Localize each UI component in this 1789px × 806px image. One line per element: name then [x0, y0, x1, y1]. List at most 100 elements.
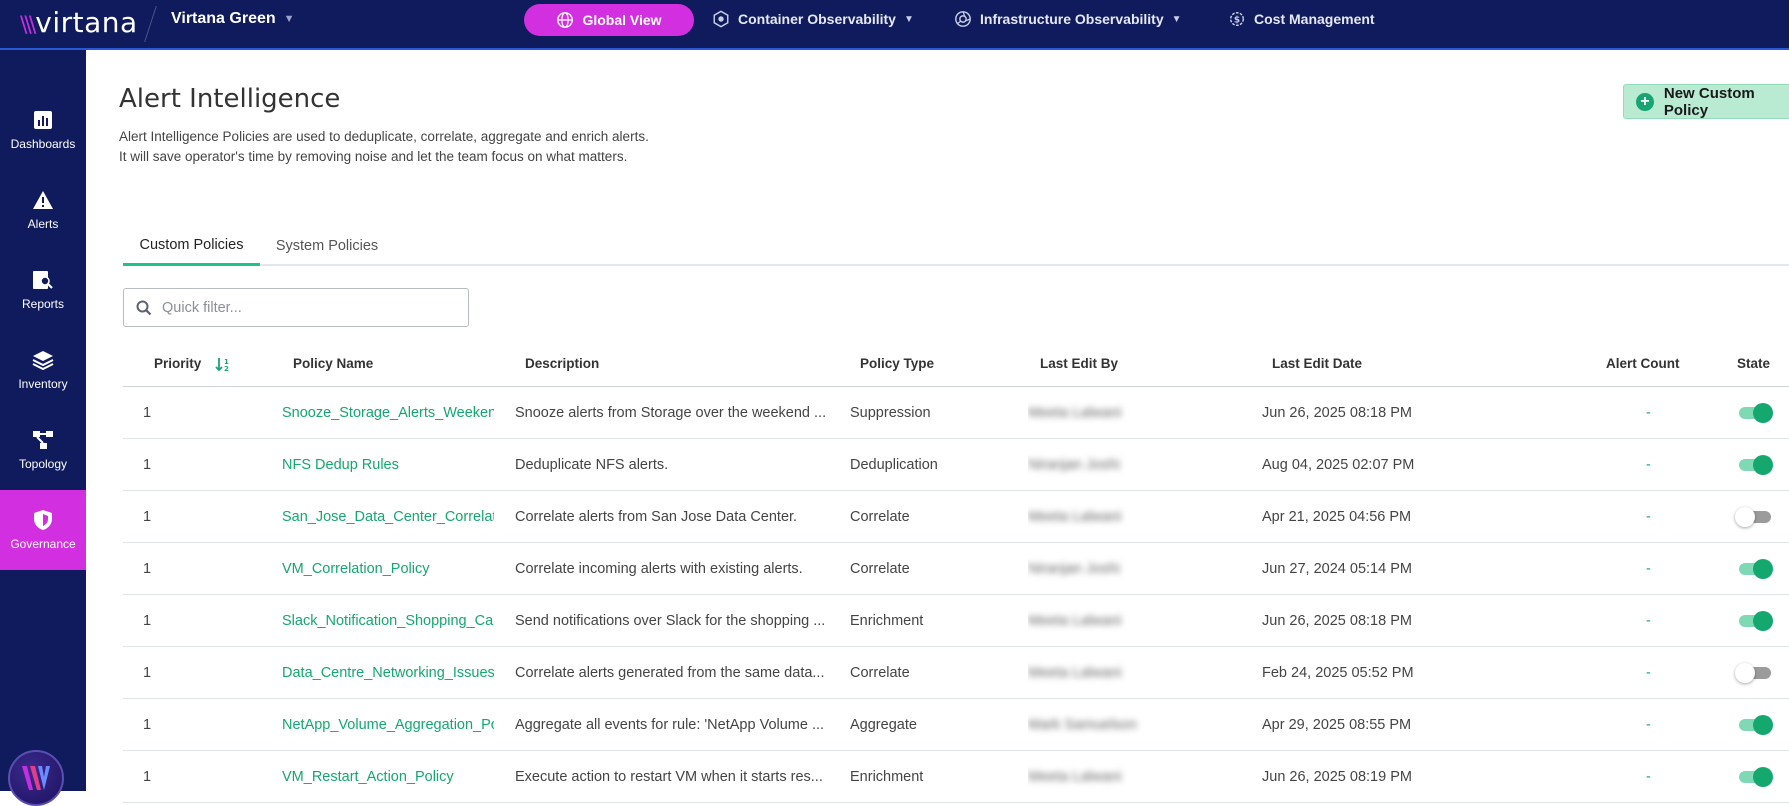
sidebar-item-alerts[interactable]: Alerts [0, 170, 86, 250]
sidebar-item-label: Reports [21, 297, 65, 311]
top-navigation-bar: \\\virtana Virtana Green ▼ Global View C… [0, 0, 1789, 50]
policy-name-link-text[interactable]: VM_Restart_Action_Policy [282, 769, 454, 785]
policy-name-link[interactable]: VM_Restart_Action_Policy [282, 751, 494, 803]
priority-cell: 1 [143, 387, 243, 439]
column-header-priority[interactable]: Priority 12 [154, 340, 233, 387]
policy-name-link-text[interactable]: San_Jose_Data_Center_Correlation [282, 509, 494, 525]
policy-name-link-text[interactable]: Snooze_Storage_Alerts_Weekend [282, 405, 494, 421]
policy-type-cell: Deduplication [850, 439, 1020, 491]
sidebar-item-inventory[interactable]: Inventory [0, 330, 86, 410]
page-description: Alert Intelligence Policies are used to … [119, 127, 649, 167]
alert-count-cell-text: - [1646, 769, 1651, 785]
policy-type-cell: Aggregate [850, 699, 1020, 751]
sort-ascending-icon[interactable]: 12 [215, 356, 233, 372]
policy-name-link[interactable]: NFS Dedup Rules [282, 439, 494, 491]
policy-name-link[interactable]: Snooze_Storage_Alerts_Weekend [282, 387, 494, 439]
shield-icon [32, 509, 54, 531]
state-toggle[interactable] [1735, 662, 1773, 683]
policy-name-link[interactable]: San_Jose_Data_Center_Correlation [282, 491, 494, 543]
policy-name-link[interactable]: VM_Correlation_Policy [282, 543, 494, 595]
description-cell: Execute action to restart VM when it sta… [515, 751, 837, 803]
sidebar-item-dashboards[interactable]: Dashboards [0, 90, 86, 170]
globe-icon [557, 12, 574, 28]
global-view-button[interactable]: Global View [524, 4, 694, 36]
tab-custom-policies[interactable]: Custom Policies [123, 226, 260, 266]
quick-filter-input[interactable] [162, 299, 442, 316]
description-cell: Aggregate all events for rule: 'NetApp V… [515, 699, 837, 751]
policy-name-link[interactable]: Data_Centre_Networking_Issues_ [282, 647, 494, 699]
last-edit-by-cell: Meeta Lalwani [1028, 491, 1228, 543]
alert-count-cell: - [1646, 647, 1686, 699]
table-row[interactable]: 1 NFS Dedup Rules Deduplicate NFS alerts. D… [123, 439, 1789, 491]
state-toggle[interactable] [1735, 610, 1773, 631]
state-toggle[interactable] [1735, 454, 1773, 475]
last-edit-date-cell-text: Jun 27, 2024 05:14 PM [1262, 561, 1412, 577]
sidebar-item-reports[interactable]: Reports [0, 250, 86, 330]
chevron-down-icon: ▼ [283, 13, 295, 25]
alert-count-cell-text: - [1646, 509, 1651, 525]
policy-name-link-text[interactable]: NFS Dedup Rules [282, 457, 399, 473]
column-header-alert-count[interactable]: Alert Count [1606, 340, 1680, 387]
new-custom-policy-button[interactable]: + New Custom Policy [1623, 84, 1789, 119]
quick-filter[interactable] [123, 288, 469, 327]
priority-cell: 1 [143, 491, 243, 543]
state-toggle[interactable] [1735, 766, 1773, 787]
column-header-state[interactable]: State [1737, 340, 1770, 387]
table-row[interactable]: 1 Data_Centre_Networking_Issues_ Correlate… [123, 647, 1789, 699]
new-custom-policy-label: New Custom Policy [1663, 84, 1755, 119]
priority-cell: 1 [143, 595, 243, 647]
policy-name-link-text[interactable]: Slack_Notification_Shopping_Cart [282, 613, 494, 629]
policy-type-cell-text: Correlate [850, 561, 910, 577]
table-row[interactable]: 1 VM_Correlation_Policy Correlate incoming… [123, 543, 1789, 595]
table-row[interactable]: 1 Slack_Notification_Shopping_Cart Send no… [123, 595, 1789, 647]
nav-cost-management[interactable]: $ Cost Management [1228, 10, 1375, 28]
state-toggle[interactable] [1735, 714, 1773, 735]
alert-count-cell-text: - [1646, 613, 1651, 629]
column-header-policy-name[interactable]: Policy Name [293, 340, 373, 387]
column-header-last-edit-date[interactable]: Last Edit Date [1272, 340, 1362, 387]
state-toggle[interactable] [1735, 558, 1773, 579]
nav-container-observability[interactable]: Container Observability ▼ [712, 10, 914, 28]
left-sidebar: Dashboards Alerts Reports Inventory Topo… [0, 50, 86, 806]
tenant-selector[interactable]: Virtana Green ▼ [171, 10, 295, 28]
policy-tabs: Custom Policies System Policies [123, 226, 1789, 266]
nav-infrastructure-observability[interactable]: Infrastructure Observability ▼ [954, 10, 1182, 28]
table-row[interactable]: 1 NetApp_Volume_Aggregation_Policy Aggrega… [123, 699, 1789, 751]
last-edit-date-cell: Apr 21, 2025 04:56 PM [1262, 491, 1492, 543]
toggle-knob [1753, 767, 1773, 787]
policy-name-link[interactable]: Slack_Notification_Shopping_Cart [282, 595, 494, 647]
column-header-description[interactable]: Description [525, 340, 599, 387]
column-header-last-edit-by[interactable]: Last Edit By [1040, 340, 1118, 387]
alert-count-cell: - [1646, 543, 1686, 595]
virtana-logo[interactable]: \\\virtana [20, 6, 138, 39]
column-header-policy-type[interactable]: Policy Type [860, 340, 934, 387]
policy-type-cell: Correlate [850, 543, 1020, 595]
policy-type-cell-text: Enrichment [850, 769, 924, 785]
sidebar-item-topology[interactable]: Topology [0, 410, 86, 490]
nav-label: Infrastructure Observability [980, 11, 1164, 27]
priority-cell-text: 1 [143, 717, 152, 733]
priority-cell: 1 [143, 699, 243, 751]
priority-cell: 1 [143, 439, 243, 491]
state-toggle[interactable] [1735, 402, 1773, 423]
nav-label: Container Observability [738, 11, 896, 27]
table-row[interactable]: 1 San_Jose_Data_Center_Correlation Correla… [123, 491, 1789, 543]
table-header: Priority 12 Policy Name Description Poli… [123, 340, 1789, 387]
table-row[interactable]: 1 VM_Restart_Action_Policy Execute action … [123, 751, 1789, 803]
policy-name-link-text[interactable]: Data_Centre_Networking_Issues_ [282, 665, 494, 681]
priority-cell-text: 1 [143, 457, 152, 473]
last-edit-date-cell: Jun 27, 2024 05:14 PM [1262, 543, 1492, 595]
topology-icon [32, 429, 54, 451]
search-icon [136, 300, 152, 315]
sidebar-item-governance[interactable]: Governance [0, 490, 86, 570]
policy-name-link-text[interactable]: VM_Correlation_Policy [282, 561, 429, 577]
state-toggle[interactable] [1735, 506, 1773, 527]
policy-name-link-text[interactable]: NetApp_Volume_Aggregation_Policy [282, 717, 494, 733]
last-edit-date-cell-text: Jun 26, 2025 08:18 PM [1262, 405, 1412, 421]
table-row[interactable]: 1 Snooze_Storage_Alerts_Weekend Snooze ale… [123, 387, 1789, 439]
sidebar-item-label: Alerts [27, 217, 59, 231]
priority-cell-text: 1 [143, 561, 152, 577]
policy-name-link[interactable]: NetApp_Volume_Aggregation_Policy [282, 699, 494, 751]
tab-system-policies[interactable]: System Policies [260, 226, 394, 266]
priority-cell-text: 1 [143, 405, 152, 421]
